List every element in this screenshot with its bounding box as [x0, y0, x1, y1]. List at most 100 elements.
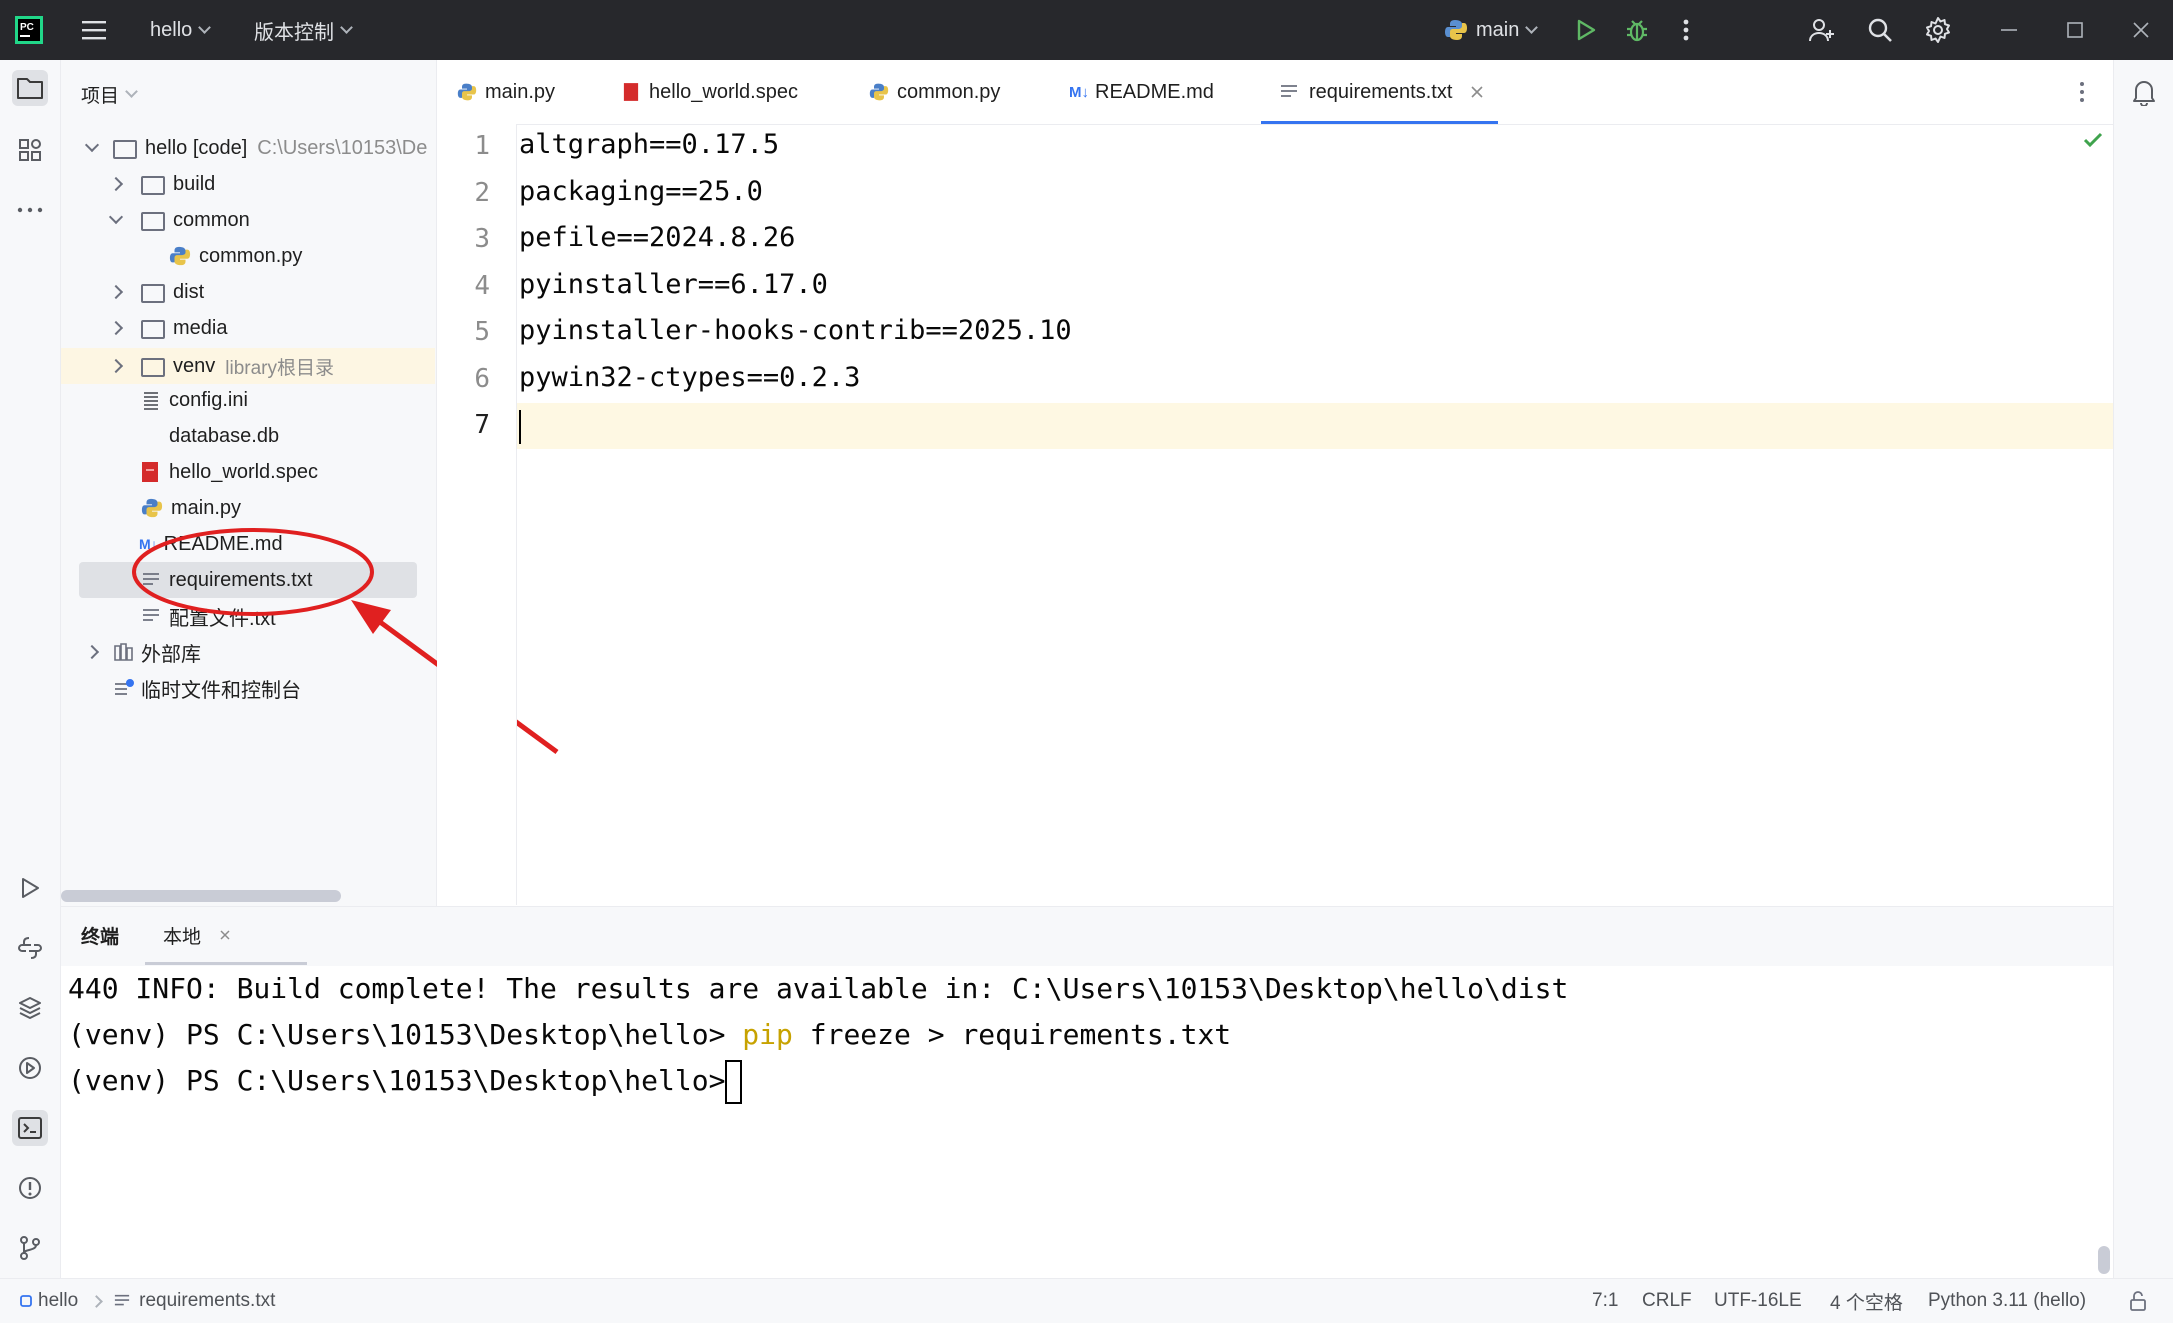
minimize-icon[interactable] [2000, 0, 2018, 60]
python-file-icon [869, 83, 889, 101]
terminal-prompt: (venv) PS C:\Users\10153\Desktop\hello> [68, 1018, 743, 1051]
editor-tabs: main.py hello_world.spec common.py M↓ RE… [437, 60, 2113, 125]
chevron-down-icon [198, 20, 212, 34]
markdown-file-icon: M↓ [1069, 83, 1089, 101]
line-separator[interactable]: CRLF [1642, 1279, 1692, 1323]
git-tool-button[interactable] [12, 1230, 48, 1266]
breadcrumb-project[interactable]: hello [38, 1290, 78, 1312]
indent-setting[interactable]: 4 个空格 [1830, 1279, 1903, 1323]
structure-icon [19, 139, 41, 161]
right-tool-strip [2113, 60, 2173, 1278]
line-number: 2 [474, 178, 490, 208]
terminal-scrollbar[interactable] [2098, 1246, 2110, 1274]
line-number: 1 [474, 131, 490, 161]
run-button[interactable] [1574, 0, 1598, 60]
terminal-line: (venv) PS C:\Users\10153\Desktop\hello> [68, 1064, 742, 1097]
services-icon [19, 1057, 41, 1079]
code-line: pywin32-ctypes==0.2.3 [519, 362, 861, 393]
module-icon [20, 1295, 32, 1307]
code-line: packaging==25.0 [519, 176, 763, 207]
text-file-icon [1281, 85, 1297, 97]
python-console-button[interactable] [12, 930, 48, 966]
terminal-title: 终端 [81, 926, 120, 948]
project-switcher[interactable]: hello [150, 0, 212, 60]
terminal-header: 终端 本地 [61, 906, 2113, 967]
terminal-icon [18, 1117, 42, 1139]
chevron-down-icon [340, 20, 353, 34]
project-panel: 项目 hello [code] C:\Users\10153\De build … [61, 60, 559, 906]
close-tab-icon[interactable] [1470, 85, 1484, 99]
more-tools-icon[interactable] [12, 192, 48, 228]
terminal-tab-underline [145, 962, 307, 965]
terminal-command-args: freeze > requirements.txt [792, 1018, 1232, 1051]
terminal-tab-local[interactable]: 本地 [145, 907, 249, 963]
structure-tool-button[interactable] [12, 132, 48, 168]
vcs-menu-label: 版本控制 [254, 21, 334, 44]
tab-readme-md[interactable]: M↓ README.md [1069, 60, 1214, 124]
gear-icon[interactable] [1924, 0, 1952, 60]
tab-label: common.py [897, 80, 1001, 103]
line-number: 4 [474, 271, 490, 301]
terminal-tab-label: 本地 [163, 926, 202, 948]
no-problems-check-icon[interactable] [2082, 130, 2104, 155]
tab-requirements-txt[interactable]: requirements.txt [1261, 60, 1499, 124]
tab-label: hello_world.spec [649, 80, 798, 103]
code-editor[interactable]: altgraph==0.17.5 packaging==25.0 pefile=… [517, 124, 2113, 905]
code-line: pyinstaller-hooks-contrib==2025.10 [519, 315, 1072, 346]
text-cursor [519, 410, 521, 444]
breadcrumb: hello requirements.txt [20, 1279, 275, 1323]
python-console-icon [17, 937, 43, 959]
horizontal-scrollbar[interactable] [61, 890, 341, 902]
branch-label: main [1476, 18, 1520, 41]
tab-options-icon[interactable] [2079, 60, 2085, 124]
python-interpreter[interactable]: Python 3.11 (hello) [1928, 1279, 2086, 1323]
search-icon[interactable] [1866, 0, 1894, 60]
run-icon [1577, 19, 1596, 41]
close-tab-icon[interactable] [219, 929, 231, 941]
run-config-selector[interactable]: main [1444, 0, 1539, 60]
maximize-icon[interactable] [2066, 0, 2084, 60]
spec-file-icon [623, 83, 639, 101]
caret-position[interactable]: 7:1 [1592, 1279, 1618, 1323]
run-tool-button[interactable] [12, 870, 48, 906]
bug-icon [1627, 20, 1647, 42]
more-actions-icon[interactable] [1682, 0, 1690, 60]
terminal-cursor [725, 1060, 742, 1104]
line-number: 5 [474, 317, 490, 347]
notifications-bell-icon[interactable] [2126, 74, 2162, 110]
python-icon [1445, 20, 1467, 40]
status-bar: hello requirements.txt 7:1 CRLF UTF-16LE… [0, 1278, 2173, 1323]
text-file-icon [115, 1294, 130, 1306]
left-tool-strip [0, 60, 61, 1278]
tab-common-py[interactable]: common.py [869, 60, 1000, 124]
close-window-icon[interactable] [2132, 0, 2150, 60]
problems-icon [19, 1177, 41, 1199]
project-name: hello [150, 18, 193, 41]
line-number: 7 [474, 410, 490, 440]
terminal-tool-button[interactable] [12, 1110, 48, 1146]
problems-tool-button[interactable] [12, 1170, 48, 1206]
chevron-down-icon [1525, 20, 1539, 34]
services-button[interactable] [12, 1050, 48, 1086]
chevron-right-icon [90, 1294, 104, 1308]
tab-label: README.md [1095, 80, 1214, 103]
project-tool-button[interactable] [12, 70, 48, 106]
tab-main-py[interactable]: main.py [457, 60, 555, 124]
debug-button[interactable] [1624, 0, 1650, 60]
git-branch-icon [20, 1236, 40, 1260]
code-line: altgraph==0.17.5 [519, 129, 780, 160]
main-menu-icon[interactable] [82, 0, 108, 60]
file-encoding[interactable]: UTF-16LE [1714, 1279, 1802, 1323]
breadcrumb-file[interactable]: requirements.txt [139, 1290, 275, 1312]
tab-label: main.py [485, 80, 556, 103]
lock-icon[interactable] [2128, 1279, 2148, 1323]
vcs-menu[interactable]: 版本控制 [254, 0, 353, 60]
line-number: 3 [474, 224, 490, 254]
python-file-icon [457, 83, 477, 101]
terminal-output[interactable] [61, 966, 2113, 1278]
tab-hello-world-spec[interactable]: hello_world.spec [623, 60, 798, 124]
app-logo-icon[interactable]: PC [14, 0, 44, 60]
add-user-icon[interactable] [1808, 0, 1836, 60]
line-number: 6 [474, 364, 490, 394]
python-packages-button[interactable] [12, 990, 48, 1026]
